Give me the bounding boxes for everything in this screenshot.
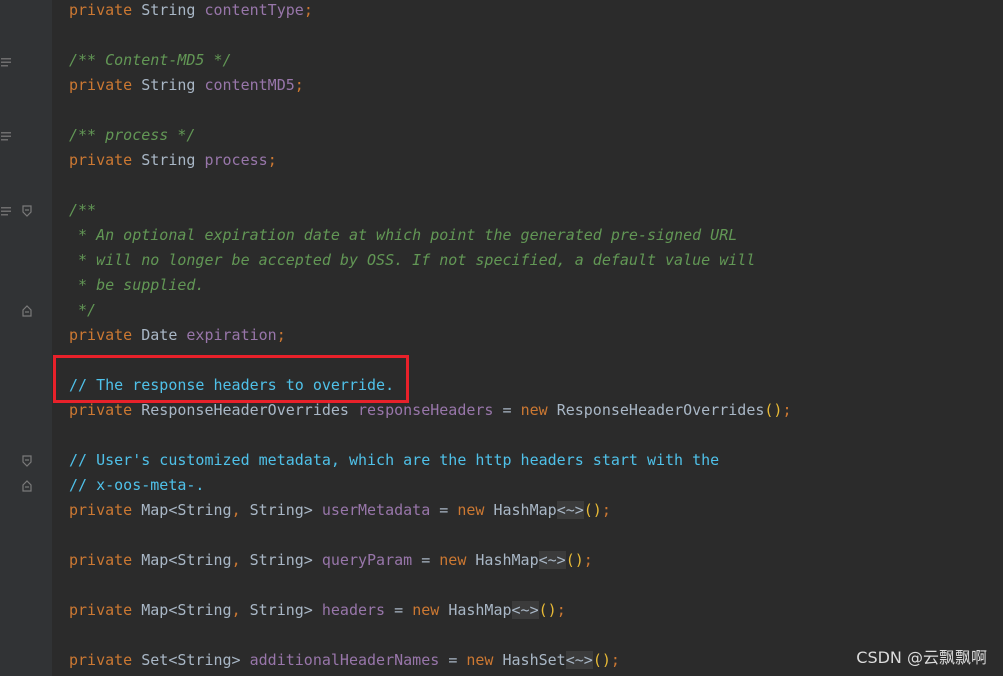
field-name: userMetadata: [321, 501, 431, 519]
constructor-name: HashMap: [475, 551, 539, 569]
parentheses: (): [583, 501, 602, 519]
comma: ,: [231, 601, 241, 619]
doc-comment-icon[interactable]: [0, 129, 14, 143]
semicolon: ;: [267, 151, 277, 169]
constructor-name: HashMap: [448, 601, 512, 619]
semicolon: ;: [556, 601, 566, 619]
semicolon: ;: [601, 501, 611, 519]
keyword: private: [69, 401, 133, 419]
fold-icon[interactable]: [20, 204, 34, 218]
code-line[interactable]: private String contentMD5;: [69, 73, 304, 98]
assign-operator: =: [421, 551, 431, 569]
doc-comment-line[interactable]: /**: [69, 198, 96, 223]
code-line[interactable]: private Set<String> additionalHeaderName…: [69, 648, 620, 673]
code-line[interactable]: private Map<String, String> userMetadata…: [69, 498, 611, 523]
semicolon: ;: [583, 551, 593, 569]
type-name: ResponseHeaderOverrides: [141, 401, 349, 419]
semicolon: ;: [610, 651, 620, 669]
code-line[interactable]: private Map<String, String> queryParam =…: [69, 548, 593, 573]
field-name: expiration: [186, 326, 277, 344]
field-name: contentType: [204, 1, 304, 19]
parentheses: (): [592, 651, 611, 669]
keyword: private: [69, 326, 133, 344]
keyword: private: [69, 1, 133, 19]
field-name: headers: [321, 601, 386, 619]
constructor-name: ResponseHeaderOverrides: [556, 401, 765, 419]
constructor-name: HashMap: [493, 501, 557, 519]
type-name: String>: [240, 551, 313, 569]
folded-generic[interactable]: <~>: [538, 551, 566, 569]
parentheses: (): [565, 551, 584, 569]
doc-comment-line[interactable]: /** process */: [69, 123, 195, 148]
folded-generic[interactable]: <~>: [556, 501, 584, 519]
line-comment[interactable]: // User's customized metadata, which are…: [69, 448, 719, 473]
type-name: String: [141, 76, 196, 94]
keyword: private: [69, 151, 133, 169]
type-name: Set<String>: [141, 651, 241, 669]
assign-operator: =: [448, 651, 458, 669]
highlight-annotation-box: [53, 355, 409, 403]
code-line[interactable]: private Map<String, String> headers = ne…: [69, 598, 566, 623]
editor-gutter: [0, 0, 52, 676]
keyword: private: [69, 76, 133, 94]
semicolon: ;: [276, 326, 286, 344]
type-name: String>: [240, 601, 313, 619]
field-name: process: [204, 151, 268, 169]
folded-generic[interactable]: <~>: [565, 651, 593, 669]
assign-operator: =: [394, 601, 404, 619]
type-name: Date: [141, 326, 178, 344]
doc-comment-line[interactable]: * be supplied.: [69, 273, 204, 298]
semicolon: ;: [782, 401, 792, 419]
doc-comment-icon[interactable]: [0, 55, 14, 69]
code-line[interactable]: private String contentType;: [69, 0, 313, 23]
line-comment[interactable]: // x-oos-meta-.: [69, 473, 204, 498]
type-name: Map<String: [141, 501, 232, 519]
new-keyword: new: [520, 401, 548, 419]
comma: ,: [231, 551, 241, 569]
type-name: Map<String: [141, 551, 232, 569]
doc-comment-line[interactable]: /** Content-MD5 */: [69, 48, 232, 73]
assign-operator: =: [502, 401, 512, 419]
fold-end-icon[interactable]: [20, 304, 34, 318]
comma: ,: [231, 501, 241, 519]
field-name: queryParam: [321, 551, 413, 569]
keyword: private: [69, 551, 133, 569]
new-keyword: new: [466, 651, 494, 669]
constructor-name: HashSet: [502, 651, 566, 669]
new-keyword: new: [457, 501, 485, 519]
doc-comment-line[interactable]: * will no longer be accepted by OSS. If …: [69, 248, 755, 273]
folded-generic[interactable]: <~>: [511, 601, 539, 619]
semicolon: ;: [303, 1, 313, 19]
field-name: contentMD5: [204, 76, 295, 94]
semicolon: ;: [294, 76, 304, 94]
field-name: additionalHeaderNames: [249, 651, 440, 669]
keyword: private: [69, 501, 133, 519]
new-keyword: new: [439, 551, 467, 569]
keyword: private: [69, 651, 133, 669]
assign-operator: =: [439, 501, 449, 519]
fold-end-icon[interactable]: [20, 479, 34, 493]
type-name: String>: [240, 501, 313, 519]
doc-comment-icon[interactable]: [0, 204, 14, 218]
field-name: responseHeaders: [358, 401, 494, 419]
code-line[interactable]: private String process;: [69, 148, 277, 173]
doc-comment-line[interactable]: */: [69, 298, 96, 323]
type-name: String: [141, 1, 196, 19]
keyword: private: [69, 601, 133, 619]
parentheses: (): [538, 601, 557, 619]
watermark: CSDN @云飘飘啊: [856, 648, 987, 667]
code-line[interactable]: private Date expiration;: [69, 323, 286, 348]
new-keyword: new: [412, 601, 440, 619]
fold-icon[interactable]: [20, 454, 34, 468]
doc-comment-line[interactable]: * An optional expiration date at which p…: [69, 223, 737, 248]
type-name: Map<String: [141, 601, 232, 619]
parentheses: (): [764, 401, 783, 419]
type-name: String: [141, 151, 196, 169]
